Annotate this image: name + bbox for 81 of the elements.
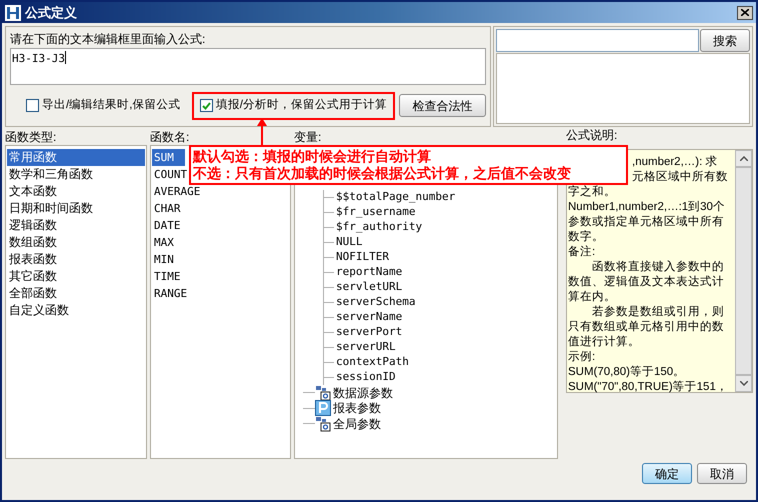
tree-node[interactable]: NOFILTER xyxy=(334,249,389,266)
close-icon xyxy=(741,9,749,16)
function-type-item[interactable]: 常用函数 xyxy=(7,149,145,166)
tree-node[interactable]: serverURL xyxy=(334,339,396,356)
function-type-item[interactable]: 数学和三角函数 xyxy=(7,166,145,183)
function-type-item[interactable]: 逻辑函数 xyxy=(7,217,145,234)
function-name-item[interactable]: MAX xyxy=(152,234,185,251)
function-name-item[interactable]: MIN xyxy=(152,251,185,268)
description-line: 数值、逻辑值及文本表达式计 xyxy=(568,275,725,290)
function-type-item[interactable]: 文本函数 xyxy=(7,183,145,200)
function-type-item[interactable]: 其它函数 xyxy=(7,268,145,285)
tree-node[interactable]: contextPath xyxy=(334,354,409,371)
parameter-icon xyxy=(315,400,331,416)
description-line: 数字。 xyxy=(568,230,605,245)
description-line: 值进行计算。 xyxy=(568,335,641,350)
option-checkbox-row[interactable]: 导出/编辑结果时,保留公式 xyxy=(26,96,180,114)
description-line: 参数或指定单元格区域中所有 xyxy=(568,215,725,230)
function-type-item[interactable]: 自定义函数 xyxy=(7,302,145,319)
tree-node[interactable]: 数据源参数 xyxy=(315,384,393,402)
window-title: 公式定义 xyxy=(25,4,78,22)
description-line: SUM("70",80,TRUE)等于151， xyxy=(568,380,729,395)
tree-node[interactable]: servletURL xyxy=(334,279,402,296)
app-logo-icon xyxy=(5,4,21,20)
function-name-item[interactable]: AVERAGE xyxy=(152,183,202,200)
description-line: ,number2,…): 求 xyxy=(631,155,718,170)
callout-text: 默认勾选：填报的时候会进行自动计算 xyxy=(193,148,432,165)
tree-node[interactable]: $fr_authority xyxy=(334,219,422,236)
function-name-item[interactable]: COUNT xyxy=(152,166,188,183)
description-line: 示例: xyxy=(568,350,596,365)
search-button[interactable]: 搜索 xyxy=(700,29,750,52)
option-label: 导出/编辑结果时,保留公式 xyxy=(42,98,180,113)
checkbox[interactable] xyxy=(26,99,39,112)
tree-node[interactable]: NULL xyxy=(334,234,362,251)
function-name-item[interactable]: CHAR xyxy=(152,200,185,217)
tree-node[interactable]: serverPort xyxy=(334,324,402,341)
formula-text: H3-I3-J3 xyxy=(12,51,65,67)
description-line: SUM(70,80)等于150。 xyxy=(568,365,686,380)
list-label: 函数类型: xyxy=(5,129,56,145)
description-line: 备注: xyxy=(568,245,596,260)
option-label: 填报/分析时，保留公式用于计算 xyxy=(216,98,387,113)
ok-button[interactable]: 确定 xyxy=(642,463,692,484)
callout-text: 不选：只有首次加载的时候会根据公式计算，之后值不会改变 xyxy=(193,165,572,182)
search-field[interactable] xyxy=(496,29,699,52)
tree-node[interactable]: 全局参数 xyxy=(315,414,381,433)
description-line: 元格区域中所有数 xyxy=(631,170,729,185)
scroll-down-button[interactable] xyxy=(735,375,752,392)
tree-node[interactable]: serverName xyxy=(334,309,402,326)
list-label: 公式说明: xyxy=(566,128,618,144)
close-button[interactable] xyxy=(737,6,753,20)
list-label: 函数名: xyxy=(150,129,190,145)
tree-node[interactable]: serverSchema xyxy=(334,294,416,311)
function-type-item[interactable]: 日期和时间函数 xyxy=(7,200,145,217)
function-name-item[interactable]: SUM xyxy=(152,149,185,166)
function-type-item[interactable]: 报表函数 xyxy=(7,251,145,268)
check-validity-button[interactable]: 检查合法性 xyxy=(399,94,486,118)
function-name-item[interactable]: TIME xyxy=(152,268,185,285)
description-line: 若参数是数组或引用，则 xyxy=(591,305,725,320)
check-icon xyxy=(202,102,211,110)
function-name-item[interactable]: DATE xyxy=(152,217,185,234)
function-type-item[interactable]: 全部函数 xyxy=(7,285,145,302)
option-checkbox-row[interactable]: 填报/分析时，保留公式用于计算 xyxy=(200,96,387,114)
function-type-item[interactable]: 数组函数 xyxy=(7,234,145,251)
cancel-button[interactable]: 取消 xyxy=(697,463,747,484)
description-line: 函数将直接键入参数中的 xyxy=(591,260,725,275)
formula-editor[interactable]: H3-I3-J3 xyxy=(10,48,486,86)
data-group-icon xyxy=(315,416,331,432)
tree-node[interactable]: reportName xyxy=(334,264,402,281)
editor-label: 请在下面的文本编辑框里面输入公式: xyxy=(10,31,206,48)
description-line: 算在内。 xyxy=(568,290,617,305)
tree-node[interactable]: $$totalPage_number xyxy=(334,189,456,206)
tree-node[interactable]: sessionID xyxy=(334,369,396,386)
description-line: Number1,number2,…:1到30个 xyxy=(568,200,726,215)
description-line: 字之和。 xyxy=(568,185,617,200)
description-line: 只有数组或单元格引用中的数 xyxy=(568,320,725,335)
data-group-icon xyxy=(315,384,331,401)
scroll-up-button[interactable] xyxy=(735,150,752,167)
checkbox[interactable] xyxy=(200,99,213,112)
tree-node[interactable]: 报表参数 xyxy=(315,399,381,418)
function-name-item[interactable]: RANGE xyxy=(152,285,188,302)
tree-node[interactable]: $fr_username xyxy=(334,204,416,221)
list-label: 变量: xyxy=(294,129,322,145)
